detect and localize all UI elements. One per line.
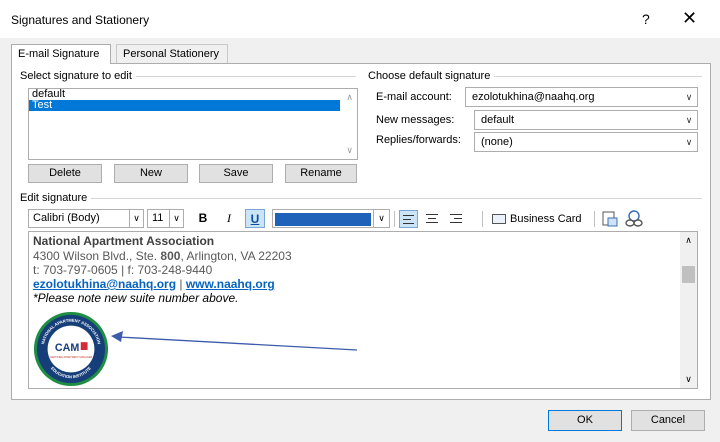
replies-forwards-value: (none) — [481, 136, 513, 148]
business-card-button[interactable]: Business Card — [489, 210, 587, 228]
logo-cam-text: CAM — [55, 342, 79, 354]
scroll-up-icon[interactable]: ∧ — [680, 232, 697, 249]
tab-email-signature[interactable]: E-mail Signature — [11, 44, 111, 64]
align-right-icon — [450, 222, 462, 223]
logo-sub-text: CERTIFIED APARTMENT MANAGER — [50, 356, 93, 359]
insert-hyperlink-icon[interactable] — [624, 210, 644, 228]
suite-number: 800 — [160, 249, 181, 263]
ok-button-label: OK — [577, 414, 593, 426]
signature-address: 4300 Wilson Blvd., Ste. 800, Arlington, … — [33, 249, 292, 263]
chevron-down-icon[interactable] — [680, 111, 697, 129]
group-divider — [20, 198, 702, 199]
rename-button-label: Rename — [300, 167, 342, 179]
new-messages-select[interactable]: default — [474, 110, 698, 130]
ok-button[interactable]: OK — [548, 410, 622, 431]
window-title: Signatures and Stationery — [11, 13, 150, 27]
cam-logo-image: NATIONAL APARTMENT ASSOCIATION EDUCATION… — [33, 311, 109, 387]
signature-editor[interactable]: National Apartment Association 4300 Wils… — [28, 231, 698, 389]
tab-personal-stationery[interactable]: Personal Stationery — [116, 44, 228, 63]
list-scroll-up-icon[interactable]: ∧ — [346, 92, 353, 103]
delete-button-label: Delete — [49, 167, 81, 179]
rename-button[interactable]: Rename — [285, 164, 357, 183]
address-part: 4300 Wilson Blvd., Ste. — [33, 249, 161, 263]
website-link[interactable]: www.naahq.org — [186, 277, 275, 291]
font-size-value: 11 — [152, 212, 164, 224]
replies-forwards-select[interactable]: (none) — [474, 132, 698, 152]
font-select[interactable]: Calibri (Body) ∨ — [28, 209, 144, 228]
signature-item-default[interactable]: default — [29, 89, 340, 100]
tab-email-signature-label: E-mail Signature — [18, 48, 100, 60]
new-messages-value: default — [481, 114, 515, 126]
signature-list[interactable]: default Test ∧ ∨ — [28, 88, 358, 160]
font-size-select[interactable]: 11 ∨ — [147, 209, 184, 228]
font-value: Calibri (Body) — [33, 212, 100, 224]
align-left-icon — [403, 215, 414, 216]
chevron-down-icon[interactable] — [680, 88, 697, 106]
italic-button[interactable]: I — [220, 209, 238, 228]
scroll-down-icon[interactable]: ∨ — [680, 371, 697, 388]
signature-org-name: National Apartment Association — [33, 234, 215, 248]
email-account-label: E-mail account: — [376, 91, 452, 103]
tab-personal-stationery-label: Personal Stationery — [123, 48, 219, 60]
delete-button[interactable]: Delete — [28, 164, 102, 183]
signature-item-test[interactable]: Test — [29, 100, 340, 111]
align-right-icon — [454, 218, 462, 219]
align-left-button[interactable] — [399, 210, 418, 228]
new-button[interactable]: New — [114, 164, 188, 183]
signature-links: ezolotukhina@naahq.org | www.naahq.org — [33, 277, 275, 291]
font-color-swatch — [275, 213, 371, 226]
align-right-button[interactable] — [447, 210, 466, 228]
cancel-button[interactable]: Cancel — [631, 410, 705, 431]
chevron-down-icon[interactable]: ∨ — [169, 210, 183, 227]
close-button[interactable]: ✕ — [682, 8, 697, 29]
align-left-icon — [403, 223, 414, 224]
save-button-label: Save — [223, 167, 249, 179]
title-bar: Signatures and Stationery ? ✕ — [0, 0, 720, 38]
edit-signature-label: Edit signature — [20, 192, 92, 204]
new-button-label: New — [139, 167, 162, 179]
align-center-icon — [426, 222, 438, 223]
signature-note: *Please note new suite number above. — [33, 291, 239, 305]
chevron-down-icon[interactable] — [680, 133, 697, 151]
business-card-icon — [492, 214, 506, 224]
link-separator: | — [176, 277, 186, 291]
align-right-icon — [450, 214, 462, 215]
list-scroll-down-icon[interactable]: ∨ — [346, 145, 353, 156]
bold-button[interactable]: B — [194, 209, 212, 228]
select-signature-label: Select signature to edit — [20, 70, 136, 82]
font-color-picker[interactable]: ∨ — [272, 209, 390, 228]
save-button[interactable]: Save — [199, 164, 273, 183]
email-account-value: ezolotukhina@naahq.org — [472, 91, 595, 103]
address-city: , Arlington, VA 22203 — [180, 249, 292, 263]
toolbar-separator — [594, 211, 595, 227]
replies-forwards-label: Replies/forwards: — [376, 134, 461, 146]
toolbar-separator — [394, 211, 395, 227]
scroll-thumb[interactable] — [682, 266, 695, 283]
toolbar-separator — [482, 211, 483, 227]
chevron-down-icon[interactable]: ∨ — [129, 210, 143, 227]
align-center-button[interactable] — [423, 210, 442, 228]
align-center-icon — [426, 214, 438, 215]
new-messages-label: New messages: — [376, 114, 455, 126]
align-left-icon — [403, 219, 411, 220]
help-button[interactable]: ? — [642, 11, 650, 27]
business-card-label: Business Card — [510, 213, 582, 225]
cancel-button-label: Cancel — [650, 414, 686, 426]
signature-phone: t: 703-797-0605 | f: 703-248-9440 — [33, 263, 213, 277]
align-center-icon — [428, 218, 436, 219]
email-link[interactable]: ezolotukhina@naahq.org — [33, 277, 176, 291]
insert-picture-icon[interactable] — [601, 210, 619, 228]
underline-button[interactable]: U — [245, 209, 265, 228]
annotation-arrow-icon — [111, 331, 358, 351]
email-account-select[interactable]: ezolotukhina@naahq.org — [465, 87, 698, 107]
editor-scrollbar[interactable]: ∧ ∨ — [680, 232, 697, 388]
chevron-down-icon[interactable]: ∨ — [373, 210, 389, 227]
default-signature-label: Choose default signature — [368, 70, 495, 82]
